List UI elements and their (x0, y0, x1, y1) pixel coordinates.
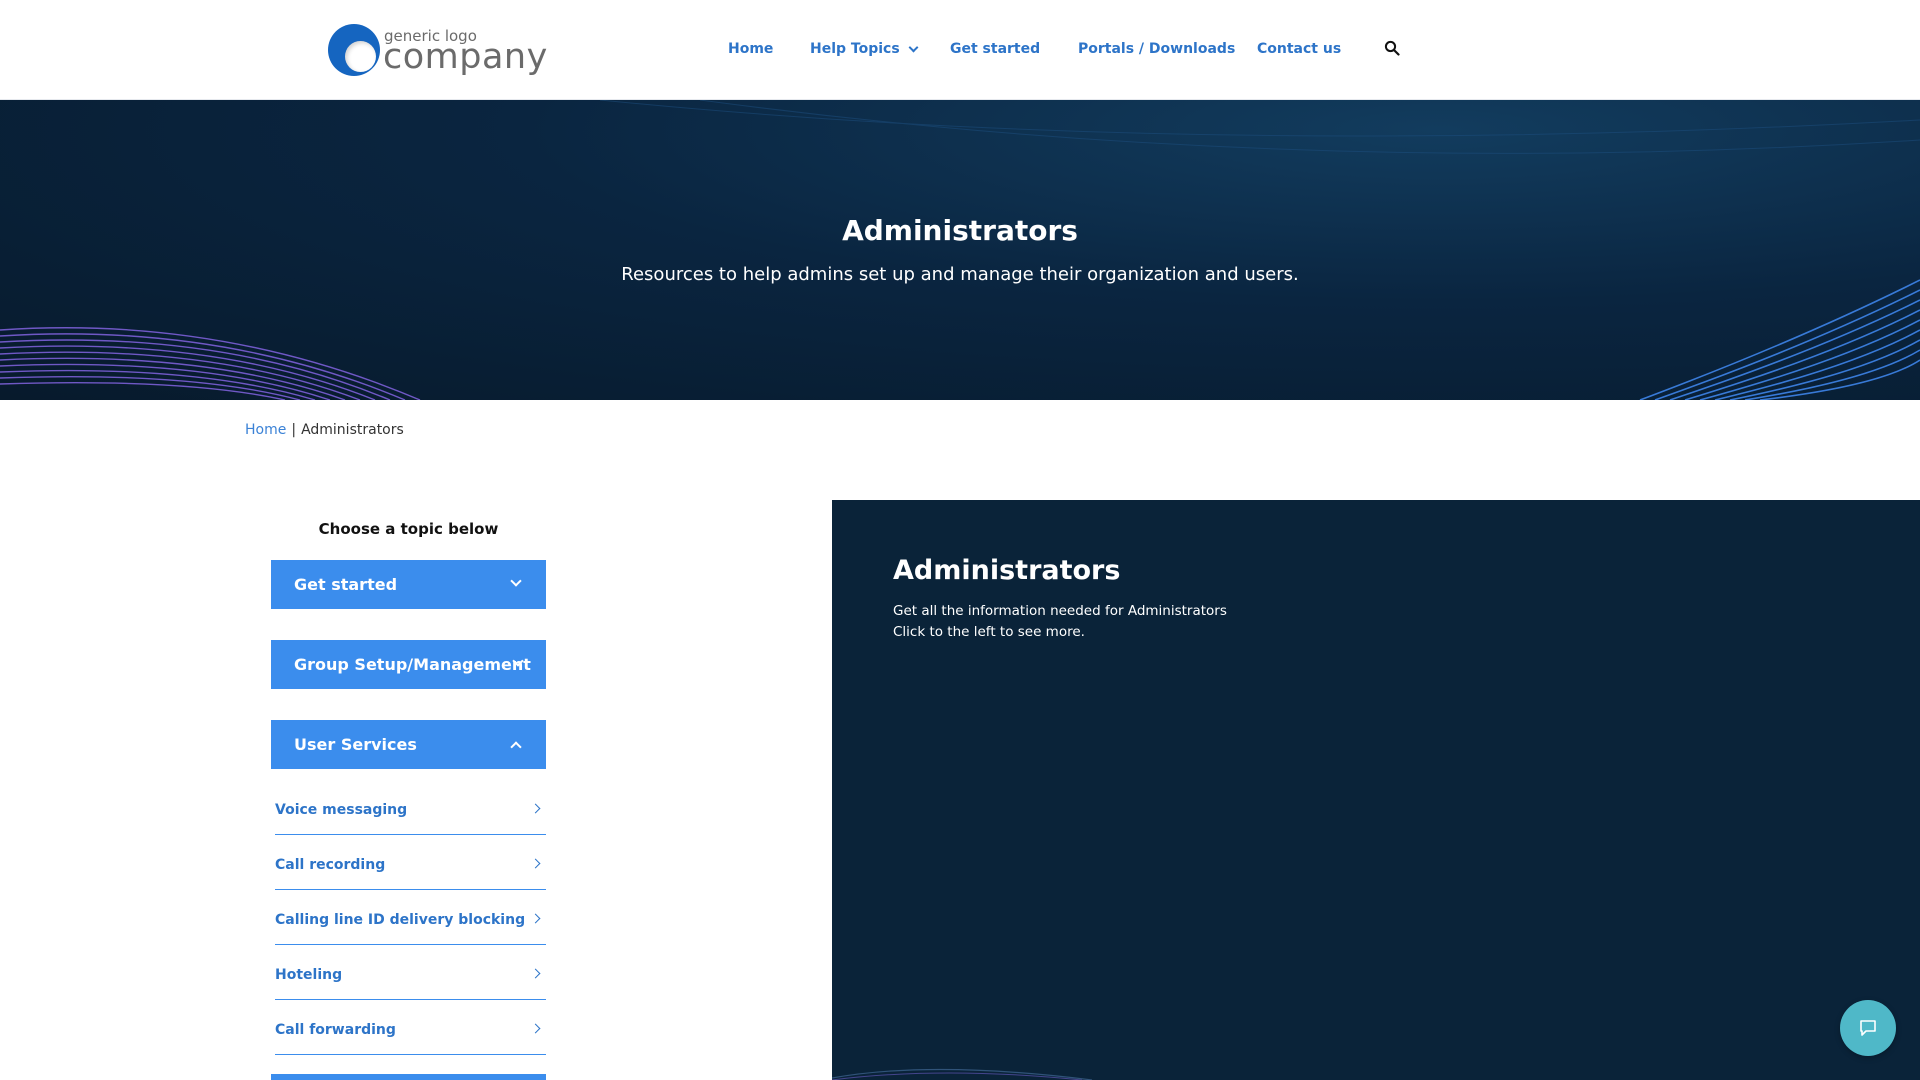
accordion-label: User Services (294, 735, 417, 754)
list-item[interactable]: Hoteling (275, 945, 546, 1000)
chevron-right-icon (530, 968, 541, 979)
chevron-down-icon (510, 575, 522, 587)
panel-wave-decoration (832, 1068, 1093, 1080)
list-item-label: Voice messaging (275, 802, 408, 818)
sidebar-heading: Choose a topic below (318, 520, 499, 538)
breadcrumb-separator: | (291, 422, 297, 438)
panel-line-2: Click to the left to see more. (893, 624, 1085, 640)
accordion-get-started[interactable]: Get started (271, 560, 546, 609)
chevron-right-icon (530, 803, 541, 814)
logo-mark-icon (328, 24, 380, 76)
list-item[interactable]: Call forwarding (275, 1000, 546, 1055)
panel-title: Administrators (893, 555, 1121, 586)
accordion-label: Group Setup/Management (294, 655, 531, 674)
hero-banner: Administrators Resources to help admins … (0, 100, 1920, 400)
nav-contact-us-label: Contact us (1257, 41, 1342, 57)
hero-waves-decoration (0, 100, 1920, 400)
list-item[interactable]: Call recording (275, 835, 546, 890)
nav-home[interactable]: Home (728, 41, 773, 57)
list-item[interactable]: Calling line ID delivery blocking (275, 890, 546, 945)
accordion-next[interactable] (271, 1074, 546, 1080)
chevron-down-icon (908, 42, 919, 52)
company-logo[interactable]: generic logo company (328, 24, 547, 78)
list-item-label: Calling line ID delivery blocking (275, 912, 526, 928)
chevron-right-icon (530, 1023, 541, 1034)
breadcrumb-home-link[interactable]: Home (245, 422, 286, 438)
list-item[interactable]: Voice messaging (275, 780, 546, 835)
breadcrumb: Home | Administrators (245, 422, 404, 438)
logo-big-text: company (383, 37, 548, 77)
nav-get-started[interactable]: Get started (950, 41, 1040, 57)
content-panel: Administrators Get all the information n… (832, 500, 1920, 1080)
list-item-label: Call recording (275, 857, 386, 873)
chevron-up-icon (510, 741, 522, 753)
hero-subtitle: Resources to help admins set up and mana… (621, 264, 1299, 285)
chevron-right-icon (530, 913, 541, 924)
list-item-label: Hoteling (275, 967, 343, 983)
hero-title: Administrators (842, 214, 1078, 247)
nav-home-label: Home (728, 41, 774, 57)
breadcrumb-current: Administrators (301, 422, 404, 438)
nav-contact-us[interactable]: Contact us (1257, 41, 1341, 57)
panel-line-1: Get all the information needed for Admin… (893, 603, 1227, 619)
accordion-user-services[interactable]: User Services (271, 720, 546, 769)
nav-help-topics-label: Help Topics (810, 41, 900, 57)
nav-help-topics[interactable]: Help Topics (810, 41, 919, 57)
accordion-group-setup[interactable]: Group Setup/Management (271, 640, 546, 689)
chevron-right-icon (530, 858, 541, 869)
nav-portals-downloads-label: Portals / Downloads (1078, 41, 1236, 57)
chat-bubble-icon (1860, 1020, 1876, 1036)
chat-button[interactable] (1840, 1000, 1896, 1056)
nav-get-started-label: Get started (950, 41, 1041, 57)
site-header: generic logo company Home Help Topics Ge… (0, 0, 1920, 100)
panel-description: Get all the information needed for Admin… (893, 601, 1227, 643)
list-item-label: Call forwarding (275, 1022, 396, 1038)
nav-portals-downloads[interactable]: Portals / Downloads (1078, 41, 1235, 57)
search-icon[interactable] (1384, 40, 1400, 56)
accordion-label: Get started (294, 575, 398, 594)
